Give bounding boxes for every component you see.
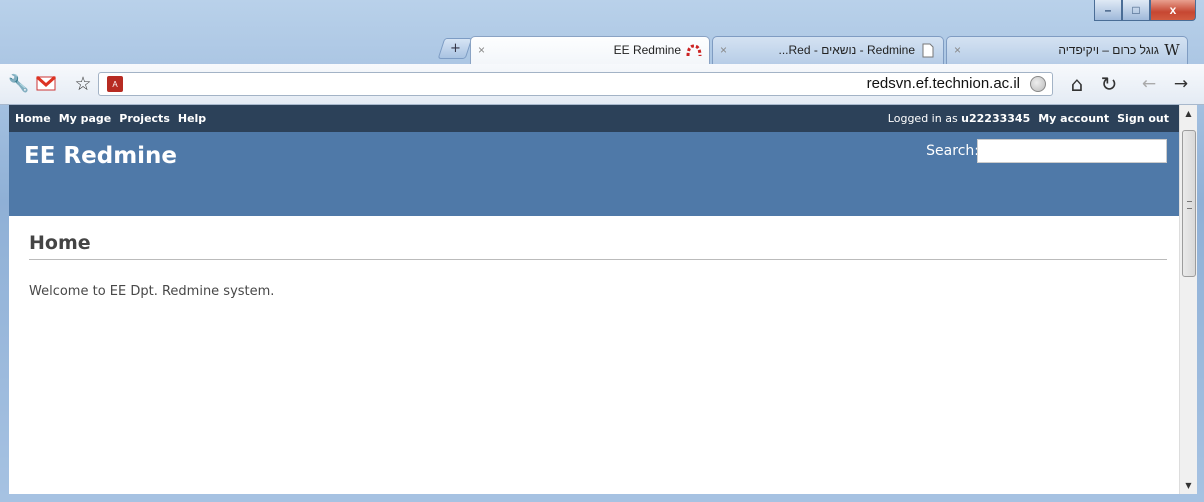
scroll-thumb[interactable] xyxy=(1182,130,1196,277)
home-icon[interactable]: ⌂ xyxy=(1066,72,1088,96)
tab-wikipedia[interactable]: × גוגל כרום – ויקיפדיה W xyxy=(946,36,1188,64)
tab-title: ...Red - נושאים - Redmine xyxy=(778,43,915,57)
forward-icon[interactable]: → xyxy=(1170,73,1192,95)
tab-ee-redmine[interactable]: × EE Redmine xyxy=(470,36,710,64)
scroll-down-icon[interactable]: ▼ xyxy=(1180,477,1197,494)
welcome-text: Welcome to EE Dpt. Redmine system. xyxy=(29,284,275,299)
menu-projects[interactable]: Projects xyxy=(119,112,170,125)
maximize-button[interactable]: □ xyxy=(1122,0,1150,21)
minimize-button[interactable]: – xyxy=(1094,0,1122,21)
new-tab-button[interactable]: + xyxy=(437,38,473,59)
wikipedia-icon: W xyxy=(1164,41,1180,59)
site-header: EE Redmine Search: xyxy=(9,132,1179,216)
tab-title: EE Redmine xyxy=(613,43,681,57)
page-heading: Home xyxy=(29,232,1167,260)
menu-sign-out[interactable]: Sign out xyxy=(1117,112,1169,125)
search-input[interactable] xyxy=(977,139,1167,163)
tab-close-icon[interactable]: × xyxy=(720,43,727,57)
logged-in-label: Logged in as u22233345 xyxy=(887,112,1031,125)
tab-close-icon[interactable]: × xyxy=(478,43,485,57)
browser-toolbar: 🔧 ☆ redsvn.ef.technion.ac.il A ⌂ ↻ ← → xyxy=(0,64,1204,105)
tab-redmine-issues[interactable]: × ...Red - נושאים - Redmine xyxy=(712,36,944,64)
main-content: Home Welcome to EE Dpt. Redmine system. xyxy=(9,216,1179,299)
globe-icon xyxy=(1030,76,1046,92)
page-icon xyxy=(920,42,936,58)
window-controls: – □ x xyxy=(1094,0,1196,21)
reload-icon[interactable]: ↻ xyxy=(1098,72,1120,96)
menu-my-account[interactable]: My account xyxy=(1038,112,1109,125)
menu-my-page[interactable]: My page xyxy=(59,112,112,125)
wrench-icon[interactable]: 🔧 xyxy=(8,73,30,95)
tab-title: גוגל כרום – ויקיפדיה xyxy=(1058,43,1159,57)
search-label: Search: xyxy=(926,143,979,159)
top-menu: Home My page Projects Help Logged in as … xyxy=(9,105,1179,132)
address-text[interactable]: redsvn.ef.technion.ac.il xyxy=(867,75,1020,92)
gmail-icon[interactable] xyxy=(36,75,56,92)
vertical-scrollbar[interactable]: ▲ ▼ xyxy=(1179,105,1197,494)
close-window-button[interactable]: x xyxy=(1150,0,1196,21)
tab-strip: + × EE Redmine × ...Red - נושאים - Redmi… xyxy=(0,36,1204,64)
page-viewport: Home My page Projects Help Logged in as … xyxy=(9,105,1179,494)
acrobat-icon[interactable]: A xyxy=(107,76,123,92)
username[interactable]: u22233345 xyxy=(961,112,1030,125)
redmine-icon xyxy=(686,42,702,58)
scroll-up-icon[interactable]: ▲ xyxy=(1180,105,1197,122)
site-title: EE Redmine xyxy=(24,143,178,169)
tab-close-icon[interactable]: × xyxy=(954,43,961,57)
menu-help[interactable]: Help xyxy=(178,112,206,125)
omnibox[interactable]: redsvn.ef.technion.ac.il xyxy=(98,72,1053,96)
star-icon[interactable]: ☆ xyxy=(72,73,94,95)
menu-home[interactable]: Home xyxy=(15,112,51,125)
browser-window: – □ x + × EE Redmine × ...Red - נושאים -… xyxy=(0,0,1204,502)
back-icon[interactable]: ← xyxy=(1138,73,1160,95)
